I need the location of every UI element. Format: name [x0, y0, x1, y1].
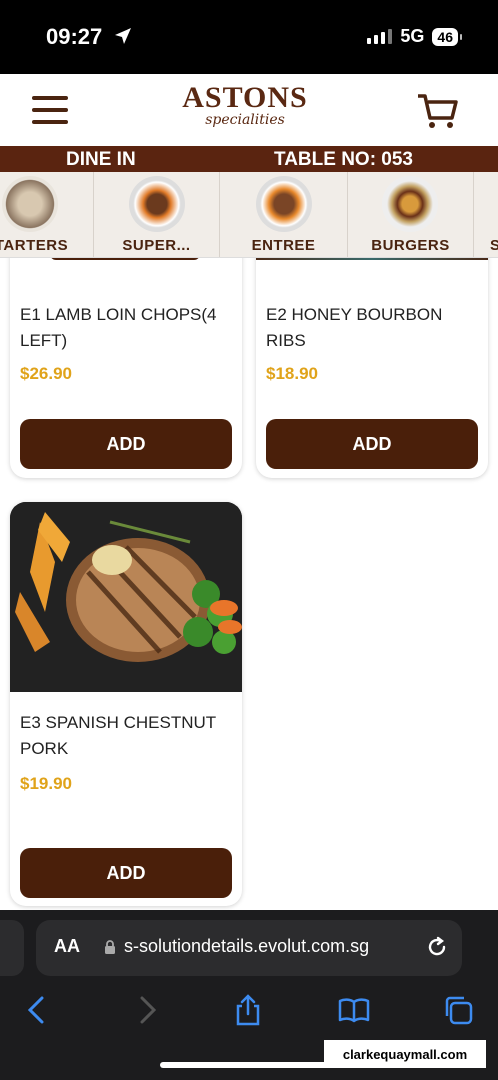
- lock-icon: [105, 940, 115, 954]
- share-icon[interactable]: [232, 994, 264, 1026]
- battery-icon: 46: [432, 27, 462, 46]
- category-image: [2, 176, 58, 232]
- browser-toolbar: [0, 994, 498, 1038]
- category-strip[interactable]: TARTERS SUPER... ENTREE BURGERS S: [0, 172, 498, 258]
- category-burgers[interactable]: BURGERS: [348, 172, 474, 257]
- location-arrow-icon: [115, 28, 131, 44]
- tabs-icon[interactable]: [442, 994, 474, 1026]
- dine-mode: DINE IN: [66, 149, 136, 170]
- status-indicators: 5G 46: [367, 26, 462, 47]
- item-name: E2 HONEY BOURBON RIBS: [266, 305, 443, 350]
- item-name: E3 SPANISH CHESTNUT PORK: [20, 713, 216, 758]
- logo-sub-text: specialities: [205, 112, 285, 128]
- menu-icon[interactable]: [32, 96, 68, 124]
- back-icon[interactable]: [22, 994, 54, 1026]
- category-image: [382, 176, 438, 232]
- category-label: BURGERS: [371, 237, 450, 254]
- item-price: $18.90: [266, 364, 318, 383]
- item-price: $26.90: [20, 364, 72, 383]
- forward-icon[interactable]: [130, 994, 162, 1026]
- category-label: ENTREE: [251, 237, 316, 254]
- category-label: TARTERS: [0, 237, 69, 254]
- url-text: s-solutiondetails.evolut.com.sg: [124, 936, 370, 956]
- previous-tab[interactable]: [0, 920, 24, 976]
- network-label: 5G: [400, 26, 425, 46]
- category-entree[interactable]: ENTREE: [220, 172, 348, 257]
- app-header: ASTONS specialities: [0, 74, 498, 146]
- table-number: TABLE NO: 053: [274, 149, 414, 170]
- item-name: E1 LAMB LOIN CHOPS(4 LEFT): [20, 305, 217, 350]
- add-button[interactable]: ADD: [266, 419, 478, 469]
- item-photo: [10, 502, 242, 692]
- add-button[interactable]: ADD: [20, 419, 232, 469]
- home-indicator: [160, 1062, 338, 1068]
- menu-item-card[interactable]: E1 LAMB LOIN CHOPS(4 LEFT) $26.90 ADD: [10, 258, 242, 478]
- reload-icon[interactable]: [426, 936, 448, 958]
- dine-info-bar: DINE IN TABLE NO: 053: [0, 146, 498, 172]
- menu-content: E1 LAMB LOIN CHOPS(4 LEFT) $26.90 ADD E2…: [0, 258, 498, 910]
- category-label: SUPER...: [122, 237, 191, 254]
- item-price: $19.90: [20, 774, 72, 793]
- category-super[interactable]: SUPER...: [94, 172, 220, 257]
- category-image: [129, 176, 185, 232]
- reader-settings-button[interactable]: AA: [54, 936, 80, 957]
- card-photo-edge: [256, 258, 488, 260]
- cart-icon[interactable]: [416, 92, 458, 130]
- category-image: [256, 176, 312, 232]
- address-bar[interactable]: AA s-solutiondetails.evolut.com.sg: [36, 920, 462, 976]
- menu-item-card[interactable]: E3 SPANISH CHESTNUT PORK $19.90 ADD: [10, 502, 242, 906]
- signal-icon: [367, 29, 393, 44]
- category-next[interactable]: S: [474, 172, 498, 257]
- watermark: clarkequaymall.com: [324, 1040, 486, 1068]
- logo[interactable]: ASTONS specialities: [160, 82, 330, 140]
- category-starters[interactable]: TARTERS: [0, 172, 94, 257]
- status-time: 09:27: [46, 24, 103, 49]
- menu-item-card[interactable]: E2 HONEY BOURBON RIBS $18.90 ADD: [256, 258, 488, 478]
- category-label: S: [474, 237, 498, 254]
- card-photo-edge: [50, 258, 200, 260]
- add-button[interactable]: ADD: [20, 848, 232, 898]
- bookmarks-icon[interactable]: [338, 994, 370, 1026]
- logo-main-text: ASTONS: [182, 81, 308, 114]
- status-bar: 09:27 5G 46: [0, 0, 498, 74]
